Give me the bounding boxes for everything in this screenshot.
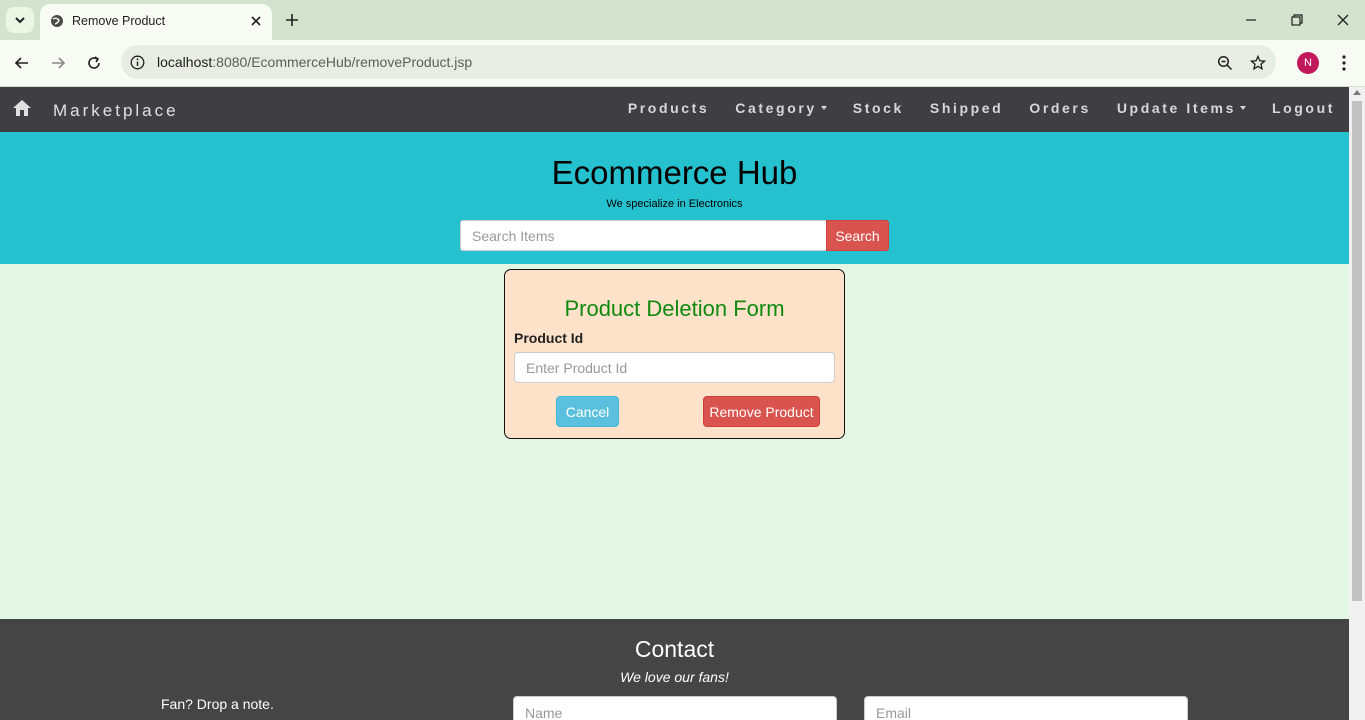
zoom-icon[interactable] <box>1217 55 1233 71</box>
forward-arrow-icon[interactable] <box>50 55 66 71</box>
site-tagline: We specialize in Electronics <box>606 198 743 210</box>
nav-item-orders[interactable]: Orders <box>1029 100 1091 116</box>
window-close-icon[interactable] <box>1336 13 1350 27</box>
brand-link[interactable]: Marketplace <box>53 101 179 121</box>
scrollbar-thumb[interactable] <box>1352 101 1362 601</box>
product-id-label: Product Id <box>514 330 584 346</box>
nav-item-shipped[interactable]: Shipped <box>930 100 1003 116</box>
restore-icon[interactable] <box>1290 13 1304 27</box>
bookmark-star-icon[interactable] <box>1250 55 1266 71</box>
new-tab-icon[interactable] <box>284 12 300 28</box>
more-menu-icon[interactable] <box>1336 54 1352 72</box>
nav-item-update-items[interactable]: Update Items <box>1117 100 1246 116</box>
product-id-input[interactable] <box>514 352 835 383</box>
contact-subtitle: We love our fans! <box>620 669 729 685</box>
url-path: :8080/EcommerceHub/removeProduct.jsp <box>212 54 473 70</box>
nav-menu: Products Category Stock Shipped Orders U… <box>602 100 1335 116</box>
form-title: Product Deletion Form <box>564 296 785 321</box>
nav-label: Orders <box>1029 100 1091 116</box>
cancel-button[interactable]: Cancel <box>556 396 619 427</box>
tab-search-button[interactable] <box>6 7 34 33</box>
nav-label: Category <box>735 100 817 116</box>
close-icon[interactable] <box>250 15 262 27</box>
browser-tab[interactable]: Remove Product <box>40 4 272 40</box>
remove-product-button[interactable]: Remove Product <box>703 396 820 427</box>
fan-note: Fan? Drop a note. <box>161 696 274 712</box>
address-bar[interactable]: localhost:8080/EcommerceHub/removeProduc… <box>121 45 1276 79</box>
url-host: localhost <box>157 54 213 70</box>
home-icon[interactable] <box>12 99 32 117</box>
email-input[interactable] <box>864 696 1188 720</box>
caret-down-icon <box>1239 106 1246 110</box>
nav-item-category[interactable]: Category <box>735 100 827 116</box>
site-title: Ecommerce Hub <box>551 154 798 191</box>
page-scrollbar[interactable] <box>1349 87 1365 720</box>
tab-title: Remove Product <box>72 14 166 28</box>
page-viewport: Marketplace Products Category Stock Ship… <box>0 87 1349 720</box>
nav-label: Shipped <box>929 100 1004 116</box>
search-button[interactable]: Search <box>826 220 889 251</box>
scroll-up-arrow-icon[interactable] <box>1353 90 1361 95</box>
url-text[interactable]: localhost:8080/EcommerceHub/removeProduc… <box>157 54 472 70</box>
caret-down-icon <box>820 106 827 110</box>
chevron-down-icon <box>15 16 25 23</box>
globe-icon <box>51 15 63 27</box>
nav-label: Stock <box>852 100 904 116</box>
profile-avatar[interactable]: N <box>1297 52 1319 74</box>
nav-item-stock[interactable]: Stock <box>853 100 904 116</box>
nav-label: Products <box>627 100 710 116</box>
name-input[interactable] <box>513 696 837 720</box>
minimize-icon[interactable] <box>1244 13 1258 27</box>
site-navbar: Marketplace Products Category Stock Ship… <box>0 87 1349 132</box>
back-arrow-icon[interactable] <box>14 55 30 71</box>
contact-footer: Contact We love our fans! Fan? Drop a no… <box>0 619 1349 720</box>
nav-item-logout[interactable]: Logout <box>1272 100 1335 116</box>
reload-icon[interactable] <box>86 55 102 71</box>
site-info-icon[interactable] <box>130 55 145 70</box>
product-deletion-form: Product Deletion Form Product Id Cancel … <box>504 269 845 439</box>
nav-label: Update Items <box>1116 100 1236 116</box>
search-input[interactable] <box>460 220 827 251</box>
browser-toolbar: localhost:8080/EcommerceHub/removeProduc… <box>0 40 1365 87</box>
nav-label: Logout <box>1271 100 1335 116</box>
contact-title: Contact <box>634 636 715 662</box>
browser-tab-bar: Remove Product <box>0 0 1365 40</box>
nav-item-products[interactable]: Products <box>628 100 709 116</box>
header-banner: Ecommerce Hub We specialize in Electroni… <box>0 132 1349 264</box>
